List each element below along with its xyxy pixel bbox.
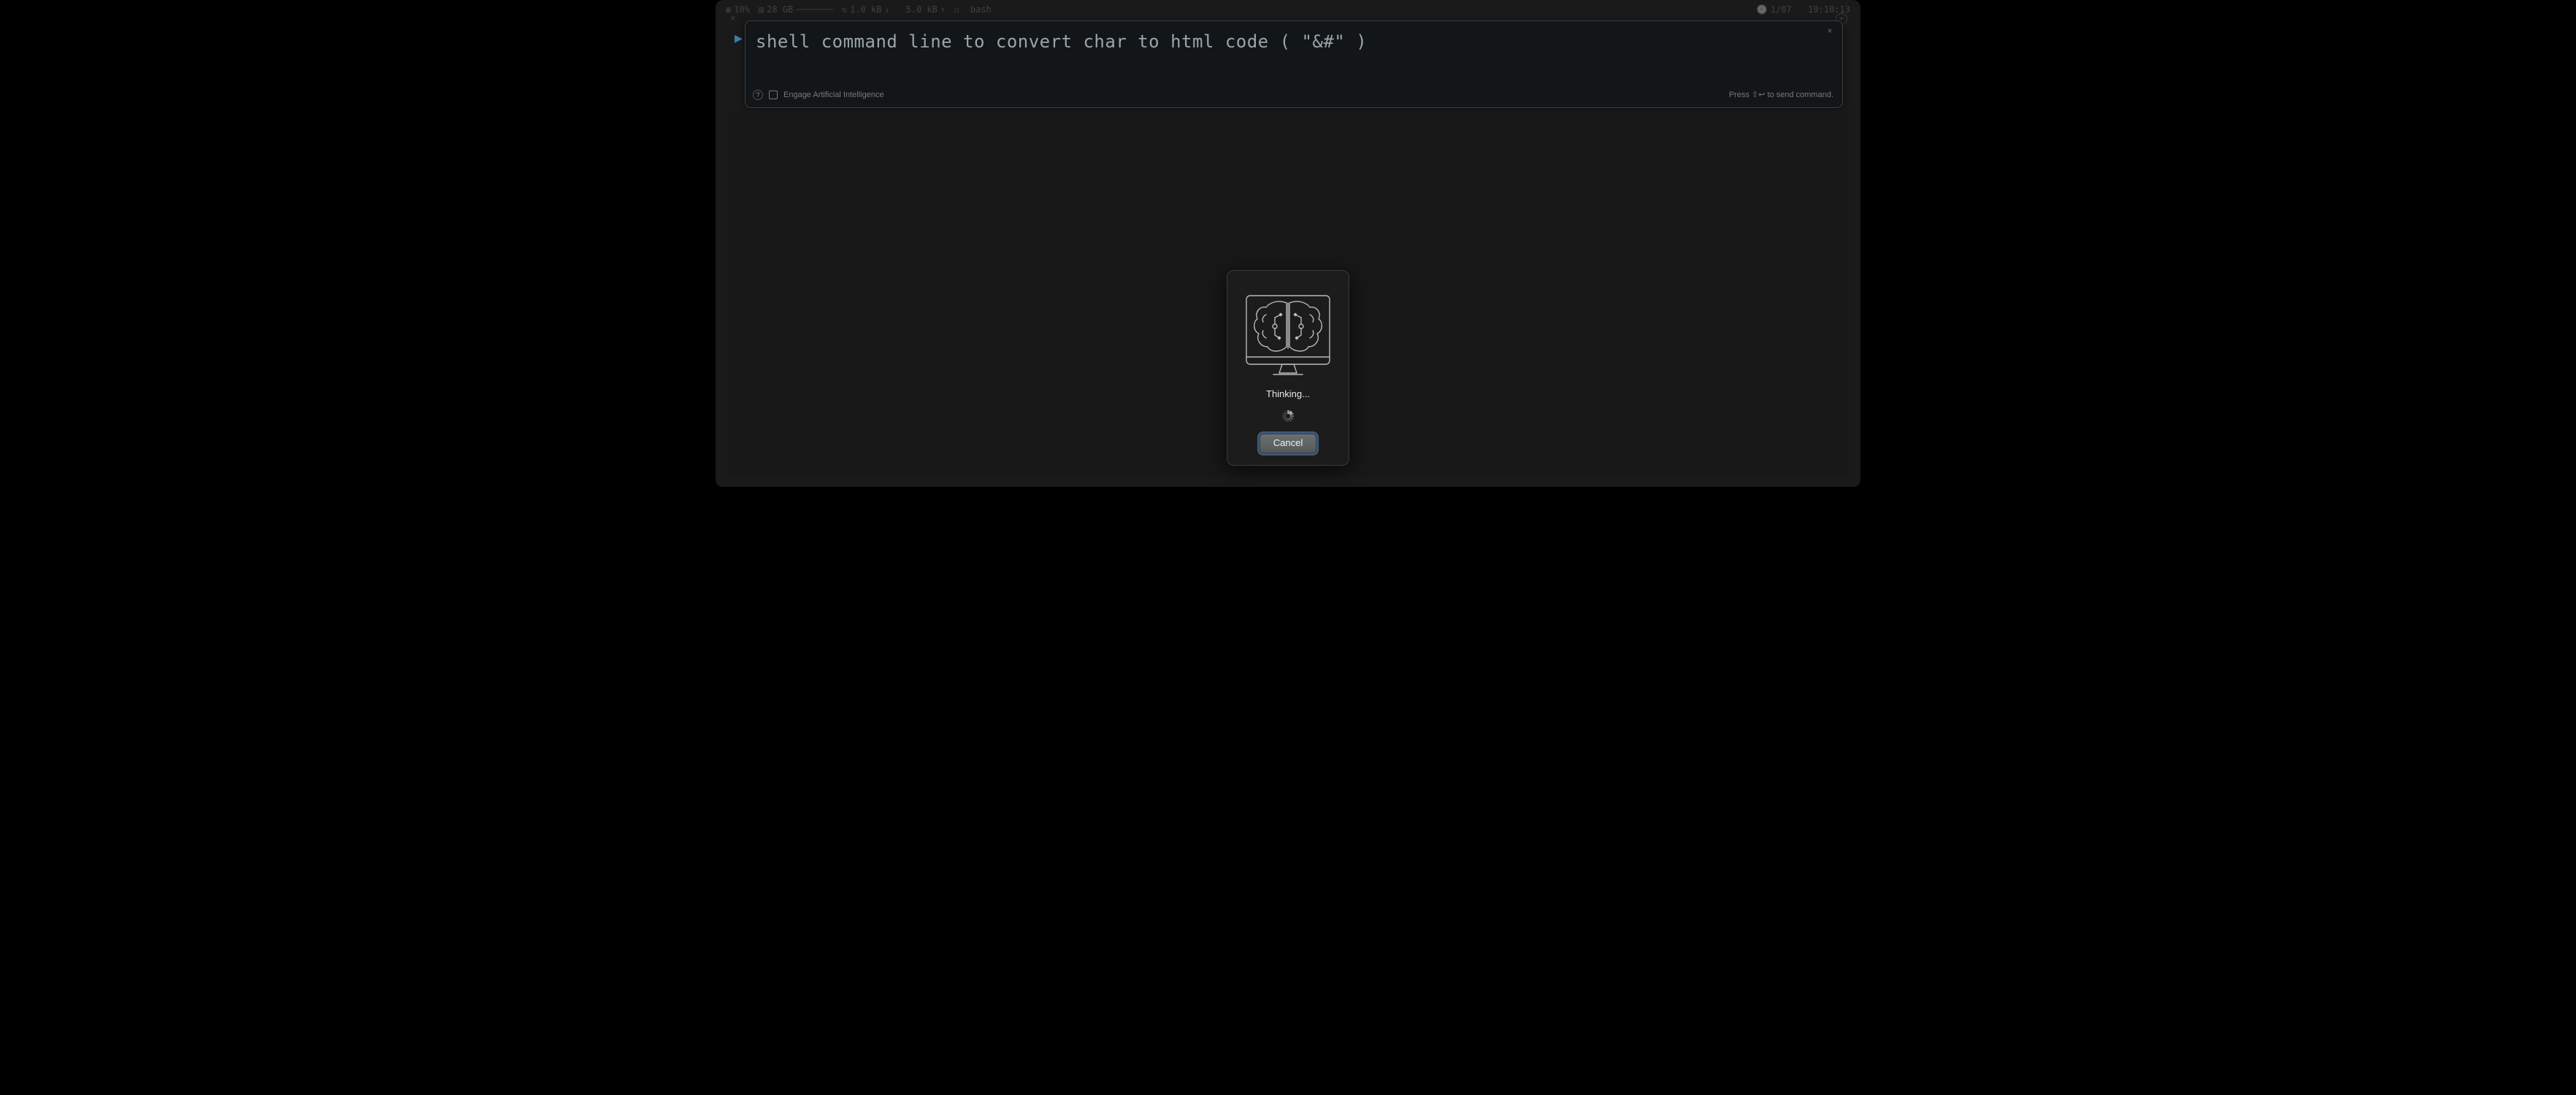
thinking-label: Thinking... xyxy=(1266,389,1310,399)
ai-mode-label[interactable]: Engage Artificial Intelligence xyxy=(783,91,884,99)
mem-usage: 28 GB xyxy=(767,5,793,14)
panel-close-icon[interactable]: × xyxy=(1825,26,1835,36)
shell-name: bash xyxy=(970,5,992,14)
brain-computer-icon xyxy=(1244,293,1332,377)
chip-icon xyxy=(769,91,778,99)
cancel-button[interactable]: Cancel xyxy=(1260,434,1316,453)
prompt-caret-icon: ▶ xyxy=(735,32,743,45)
net-down: 1.0 kB xyxy=(850,5,881,14)
thinking-modal: Thinking... Cancel xyxy=(1227,270,1349,466)
status-bar: ▣10% ▤28 GB ─────── ⇅1.0 kB↓ 5.0 kB↑ ⌂ b… xyxy=(726,0,1850,19)
spinner-icon xyxy=(1282,410,1294,422)
status-time: 19:10:13 xyxy=(1808,5,1850,14)
window-close-icon[interactable]: × xyxy=(730,13,740,23)
help-icon[interactable]: ? xyxy=(753,90,763,100)
command-panel: × shell command line to convert char to … xyxy=(745,20,1843,108)
send-hint: Press ⇧↩ to send command. xyxy=(1729,91,1833,99)
status-date: 1/07 xyxy=(1771,5,1792,14)
net-up: 5.0 kB xyxy=(906,5,938,14)
command-input[interactable]: shell command line to convert char to ht… xyxy=(745,21,1842,85)
